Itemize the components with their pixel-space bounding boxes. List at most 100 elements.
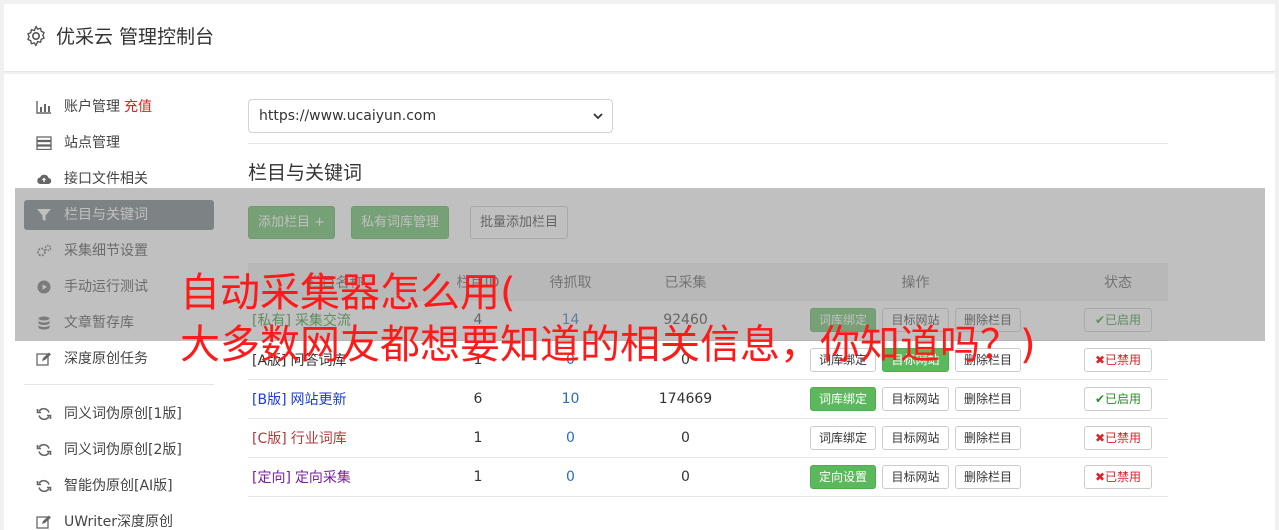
section-title: 栏目与关键词 [248,162,363,184]
column-name-link[interactable]: [A版] 问答词库 [248,340,423,379]
delete-column-button[interactable]: 删除栏目 [954,425,1021,450]
target-site-button[interactable]: 目标网站 [882,386,949,411]
sidebar-item-label: 文章暂存库 [64,315,134,331]
lexicon-bind-button[interactable]: 词库绑定 [810,425,877,450]
sidebar-divider [24,384,214,385]
close-icon: ✖ [1094,469,1106,484]
close-icon: ✖ [1094,352,1106,367]
sidebar-item-account[interactable]: 账户管理 充值 [24,92,214,122]
sidebar-item-article-storage[interactable]: 文章暂存库 [24,308,214,338]
database-icon [38,316,50,330]
directional-settings-button[interactable]: 定向设置 [810,464,877,489]
sidebar-item-synonym-v1[interactable]: 同义词伪原创[1版] [24,399,214,429]
pending-count[interactable]: 0 [533,457,608,496]
sidebar-item-columns-keywords[interactable]: 栏目与关键词 [24,200,214,230]
sidebar-item-label: UWriter深度原创 [64,514,173,530]
sidebar-item-label: 接口文件相关 [64,171,148,187]
column-name-link[interactable]: [B版] 网站更新 [248,379,423,418]
header-collected: 已采集 [664,275,707,291]
content-area: https://www.ucaiyun.com 栏目与关键词 添加栏目 + 私有… [248,99,1168,497]
edit-icon [36,352,51,366]
sidebar-item-label: 智能伪原创[AI版] [64,478,173,494]
lexicon-bind-button[interactable]: 词库绑定 [810,386,877,411]
refresh-icon [36,479,52,493]
status-cell: ✖已禁用 [1068,340,1168,379]
actions-cell: 词库绑定 目标网站 删除栏目 [763,340,1068,379]
target-site-button[interactable]: 目标网站 [882,347,949,372]
recharge-link[interactable]: 充值 [124,99,152,115]
check-icon: ✔ [1094,391,1106,406]
add-column-button[interactable]: 添加栏目 + [248,206,336,239]
sidebar-item-interface-files[interactable]: 接口文件相关 [24,164,214,194]
header-pending: 待抓取 [549,275,592,291]
sidebar-item-uwriter[interactable]: UWriter深度原创 [24,507,214,530]
bar-chart-icon [36,101,51,114]
sidebar-item-deep-original[interactable]: 深度原创任务 [24,344,214,374]
column-name-link[interactable]: [C版] 行业词库 [248,418,423,457]
collected-count: 0 [681,468,690,485]
play-circle-icon [37,280,51,294]
actions-cell: 定向设置 目标网站 删除栏目 [763,457,1068,496]
chevron-down-icon [593,113,603,120]
delete-column-button[interactable]: 删除栏目 [954,308,1021,333]
pending-count[interactable]: 0 [533,418,608,457]
status-toggle-button[interactable]: ✖已禁用 [1083,464,1153,489]
column-name-link[interactable]: [定向] 定向采集 [248,457,423,496]
header-status: 状态 [1104,275,1132,291]
sidebar-item-label: 同义词伪原创[1版] [64,406,182,422]
status-toggle-button[interactable]: ✖已禁用 [1083,347,1153,372]
sidebar-item-ai-rewrite[interactable]: 智能伪原创[AI版] [24,471,214,501]
column-id: 1 [473,429,483,446]
sidebar-item-synonym-v2[interactable]: 同义词伪原创[2版] [24,435,214,465]
column-id: 4 [473,312,483,329]
sidebar-item-label: 账户管理 [64,99,120,115]
header-actions: 操作 [901,275,930,291]
toolbar: 添加栏目 + 私有词库管理 批量添加栏目 [248,206,1168,240]
table-row: [定向] 定向采集 1 0 0 定向设置 目标网站 删除栏目 ✖已禁用 [248,457,1168,496]
header-name: 栏目名称 [307,275,364,291]
status-toggle-button[interactable]: ✔已启用 [1083,308,1153,333]
columns-table: 栏目名称 栏目ID 待抓取 已采集 操作 状态 [私有] 采集交流 4 14 92… [248,263,1168,497]
sidebar-item-label: 栏目与关键词 [64,207,148,223]
column-id: 6 [473,390,483,407]
sidebar: 账户管理 充值 站点管理 接口文件相关 栏目与关键词 采集细节设置 手动运行测试 … [24,92,214,530]
pending-count[interactable]: 14 [533,301,608,340]
status-cell: ✖已禁用 [1068,418,1168,457]
refresh-icon [36,407,52,421]
target-site-button[interactable]: 目标网站 [882,464,949,489]
status-toggle-button[interactable]: ✖已禁用 [1083,425,1153,450]
app-title: 优采云 管理控制台 [56,26,215,48]
sidebar-item-label: 站点管理 [64,135,120,151]
sidebar-item-manual-run[interactable]: 手动运行测试 [24,272,214,302]
sidebar-item-sites[interactable]: 站点管理 [24,128,214,158]
delete-column-button[interactable]: 删除栏目 [954,347,1021,372]
lexicon-bind-button[interactable]: 词库绑定 [810,347,877,372]
column-id: 1 [473,468,483,485]
lexicon-bind-button[interactable]: 词库绑定 [810,308,877,333]
site-select[interactable]: https://www.ucaiyun.com [248,99,613,133]
server-icon [36,136,52,150]
pending-count[interactable]: 0 [533,340,608,379]
sidebar-item-label: 采集细节设置 [64,243,148,259]
status-cell: ✔已启用 [1068,379,1168,418]
column-name-link[interactable]: [私有] 采集交流 [248,301,423,340]
sidebar-item-collect-settings[interactable]: 采集细节设置 [24,236,214,266]
target-site-button[interactable]: 目标网站 [882,425,949,450]
gears-icon [37,244,52,257]
delete-column-button[interactable]: 删除栏目 [954,386,1021,411]
status-toggle-button[interactable]: ✔已启用 [1083,386,1153,411]
table-row: [C版] 行业词库 1 0 0 词库绑定 目标网站 删除栏目 ✖已禁用 [248,418,1168,457]
batch-add-button[interactable]: 批量添加栏目 [470,206,569,239]
cloud-upload-icon [37,174,52,185]
pending-count[interactable]: 10 [533,379,608,418]
collected-count: 174669 [658,390,713,407]
collected-count: 0 [681,429,690,446]
delete-column-button[interactable]: 删除栏目 [954,464,1021,489]
private-lexicon-button[interactable]: 私有词库管理 [351,206,450,239]
sidebar-item-label: 手动运行测试 [64,279,148,295]
collected-count: 92460 [663,312,708,329]
actions-cell: 词库绑定 目标网站 删除栏目 [763,379,1068,418]
edit-icon [36,515,51,529]
target-site-button[interactable]: 目标网站 [882,308,949,333]
check-icon: ✔ [1094,313,1106,328]
